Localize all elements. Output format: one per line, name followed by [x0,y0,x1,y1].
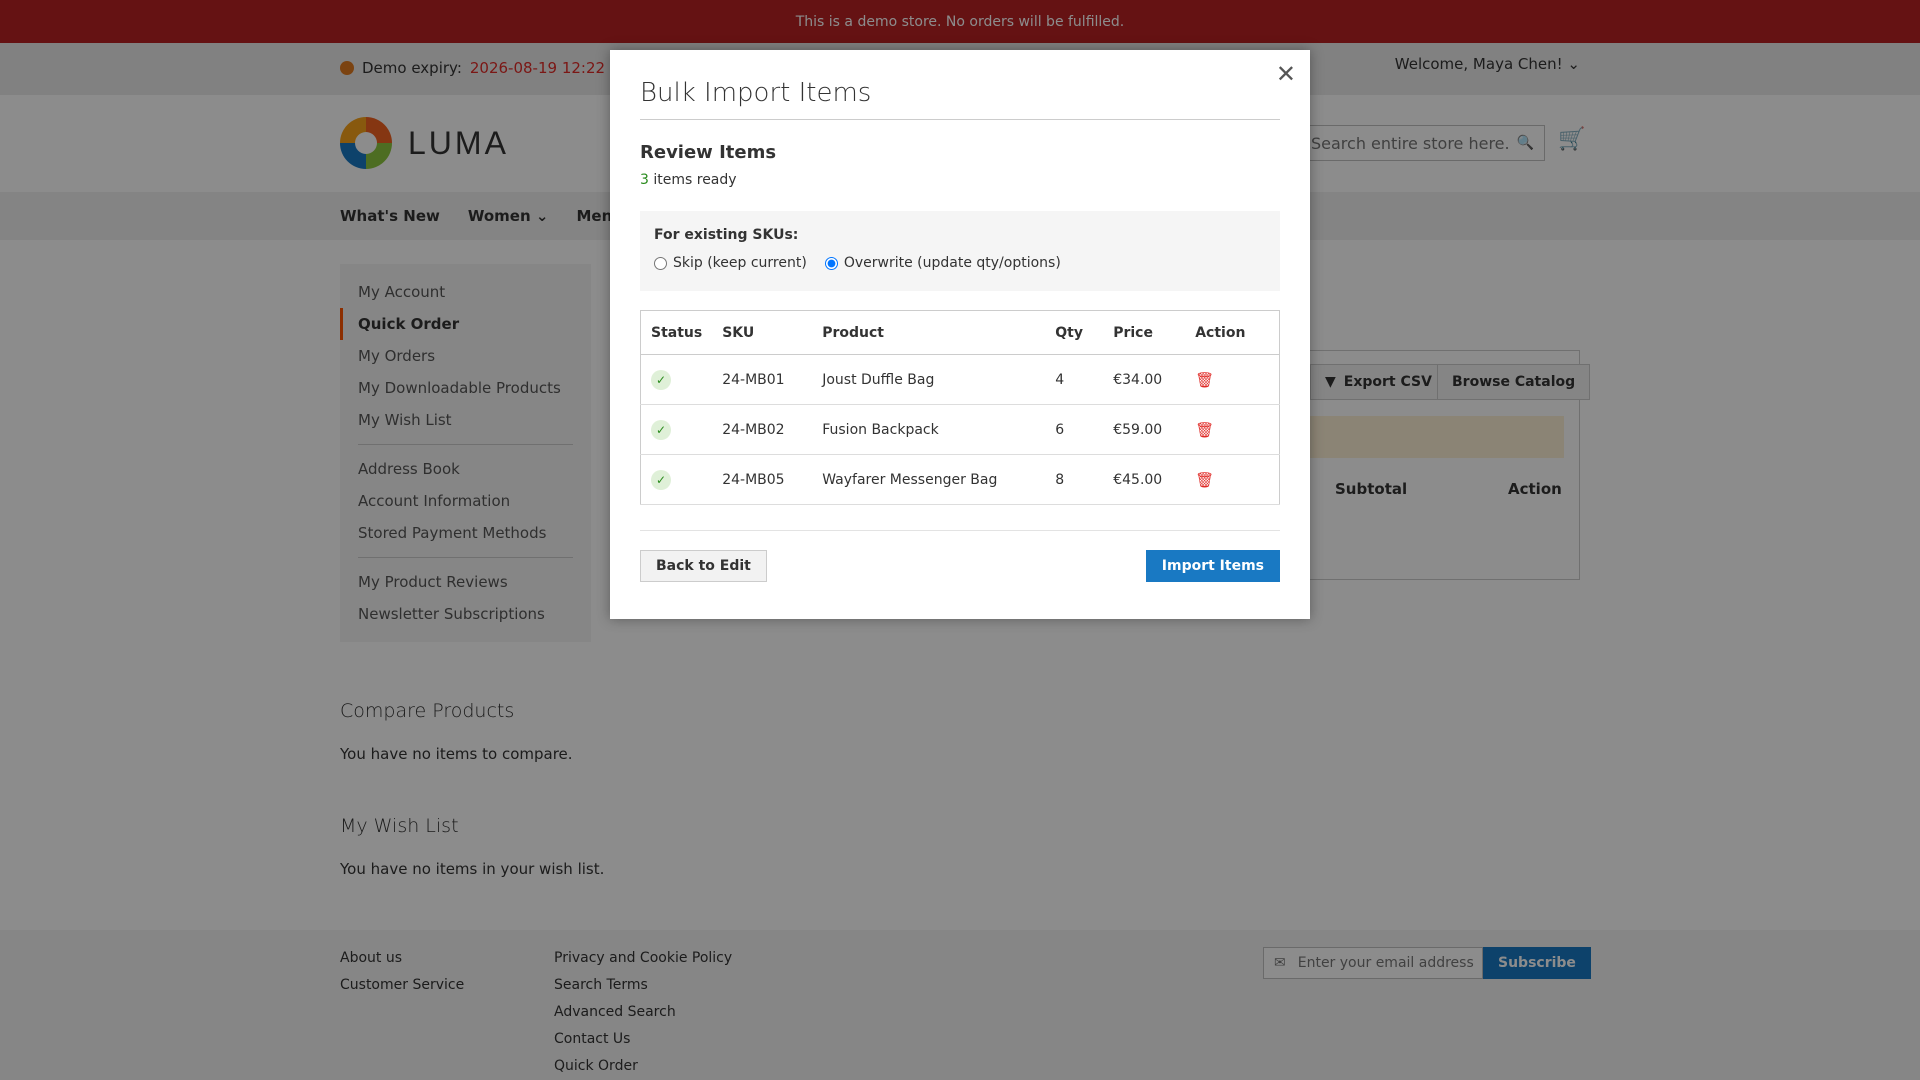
status-cell: ✓ [640,354,713,405]
column-header-qty: Qty [1045,310,1104,355]
column-header-product: Product [812,310,1046,355]
modal-divider [640,119,1280,120]
skip-option[interactable]: Skip (keep current) [654,255,807,271]
qty-cell: 6 [1045,404,1104,455]
overwrite-option-label: Overwrite (update qty/options) [843,255,1061,271]
sku-cell: 24-MB01 [712,354,813,405]
items-ready-label: items ready [653,172,737,188]
modal-title: Bulk Import Items [640,78,872,108]
product-cell: Wayfarer Messenger Bag [812,454,1046,505]
modal-footer-divider [640,530,1280,531]
trash-icon[interactable]: 🗑 [1195,421,1214,439]
column-header-price: Price [1103,310,1186,355]
product-cell: Fusion Backpack [812,404,1046,455]
close-icon[interactable]: ✕ [1276,60,1296,88]
sku-cell: 24-MB02 [712,404,813,455]
back-to-edit-button[interactable]: Back to Edit [640,550,767,582]
existing-sku-title: For existing SKUs: [654,227,799,243]
column-header-status: Status [640,310,713,355]
column-header-sku: SKU [712,310,813,355]
table-row: ✓ 24-MB05 Wayfarer Messenger Bag 8 €45.0… [640,454,1280,505]
existing-sku-options: For existing SKUs: Skip (keep current) O… [640,211,1280,291]
review-items-title: Review Items [640,142,777,163]
bulk-import-modal: ✕ Bulk Import Items Review Items 3 items… [610,50,1310,619]
overwrite-radio[interactable] [824,256,838,270]
import-items-button[interactable]: Import Items [1145,550,1280,582]
action-cell: 🗑 [1185,354,1280,405]
skip-option-label: Skip (keep current) [673,255,807,271]
import-items-table: Status SKU Product Qty Price Action ✓ 24… [640,310,1280,505]
trash-icon[interactable]: 🗑 [1195,471,1214,489]
status-cell: ✓ [640,454,713,505]
action-cell: 🗑 [1185,454,1280,505]
overwrite-option[interactable]: Overwrite (update qty/options) [824,255,1061,271]
existing-sku-radio-group: Skip (keep current) Overwrite (update qt… [654,255,1266,271]
table-row: ✓ 24-MB01 Joust Duffle Bag 4 €34.00 🗑 [640,354,1280,405]
status-cell: ✓ [640,404,713,455]
column-header-action: Action [1185,310,1280,355]
check-icon: ✓ [651,369,671,390]
check-icon: ✓ [651,419,671,440]
items-ready-summary: 3 items ready [640,172,737,188]
table-header-row: Status SKU Product Qty Price Action [640,310,1280,355]
action-cell: 🗑 [1185,404,1280,455]
price-cell: €34.00 [1103,354,1186,405]
skip-radio[interactable] [654,256,667,270]
price-cell: €45.00 [1103,454,1186,505]
items-ready-count: 3 [640,172,649,188]
table-row: ✓ 24-MB02 Fusion Backpack 6 €59.00 🗑 [640,404,1280,455]
product-cell: Joust Duffle Bag [812,354,1046,405]
sku-cell: 24-MB05 [712,454,813,505]
price-cell: €59.00 [1103,404,1186,455]
trash-icon[interactable]: 🗑 [1195,371,1214,389]
qty-cell: 8 [1045,454,1104,505]
check-icon: ✓ [651,469,671,490]
qty-cell: 4 [1045,354,1104,405]
